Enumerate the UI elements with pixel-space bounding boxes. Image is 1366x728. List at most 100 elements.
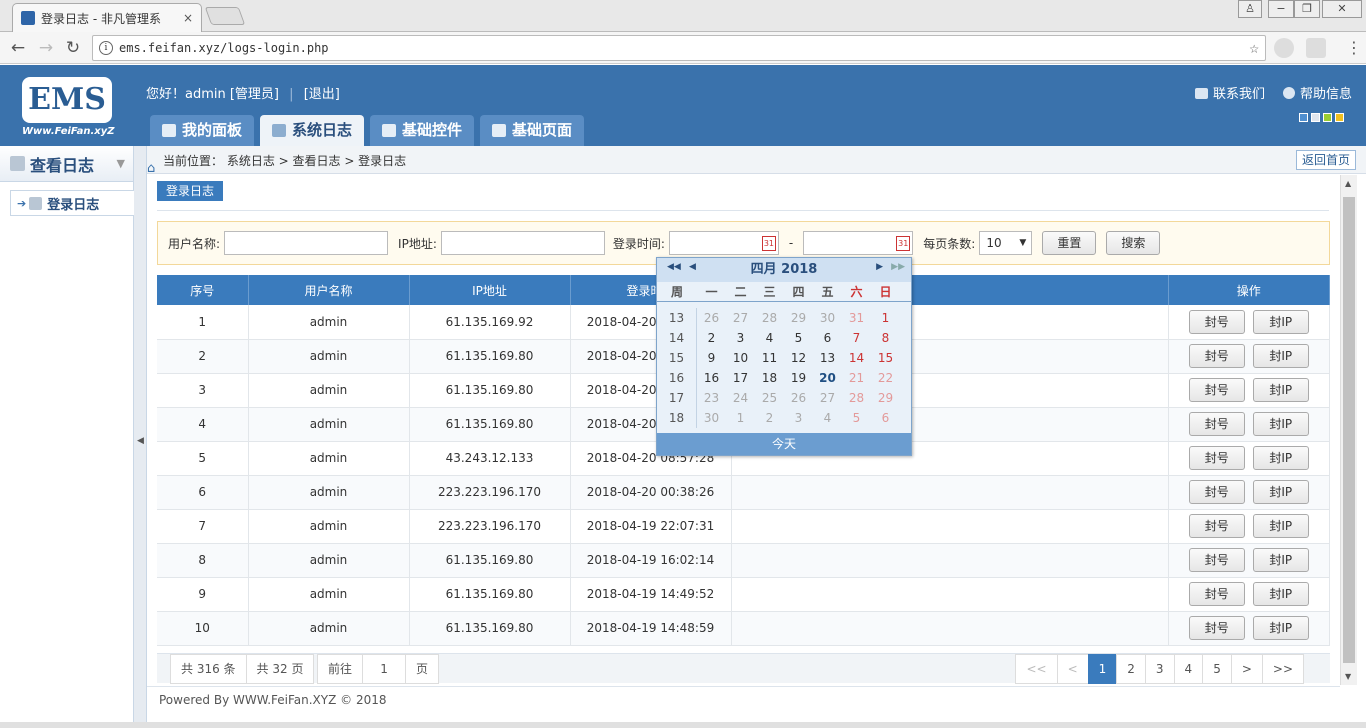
calendar-day[interactable]: 2 (697, 328, 726, 348)
calendar-day[interactable]: 27 (813, 388, 842, 408)
ban-ip-button[interactable]: 封IP (1252, 309, 1309, 334)
page-number-button[interactable]: 1 (1087, 654, 1118, 684)
vertical-scrollbar[interactable]: ▲ ▼ (1340, 175, 1357, 685)
forward-arrow-icon[interactable]: → (36, 37, 56, 59)
back-home-button[interactable]: 返回首页 (1295, 150, 1356, 170)
calendar-day[interactable]: 4 (813, 408, 842, 428)
chevron-down-icon[interactable]: ▼ (117, 157, 125, 170)
calendar-day[interactable]: 29 (871, 388, 900, 408)
calendar-day[interactable]: 7 (842, 328, 871, 348)
scroll-down-arrow-icon[interactable]: ▼ (1345, 672, 1351, 681)
bookmark-star-icon[interactable]: ☆ (1249, 36, 1259, 60)
page-number-button[interactable]: 5 (1202, 654, 1232, 684)
calendar-day[interactable]: 8 (871, 328, 900, 348)
ban-ip-button[interactable]: 封IP (1252, 412, 1309, 436)
info-icon[interactable]: i (99, 41, 113, 55)
ban-user-button[interactable]: 封号 (1188, 548, 1245, 572)
ban-user-button[interactable]: 封号 (1188, 480, 1245, 504)
calendar-day[interactable]: 5 (842, 408, 871, 428)
calendar-day[interactable]: 17 (726, 368, 755, 388)
extension-icon[interactable] (1274, 38, 1294, 58)
scroll-up-arrow-icon[interactable]: ▲ (1345, 179, 1351, 188)
calendar-day[interactable]: 3 (726, 328, 755, 348)
calendar-day[interactable]: 21 (842, 368, 871, 388)
calendar-day[interactable]: 28 (842, 388, 871, 408)
ban-ip-button[interactable]: 封IP (1252, 378, 1309, 402)
calendar-day[interactable]: 15 (871, 348, 900, 368)
prev-page-button[interactable]: < (1056, 654, 1089, 684)
start-date-input[interactable]: 31 (668, 231, 779, 255)
ban-user-button[interactable]: 封号 (1188, 616, 1245, 640)
reset-button[interactable]: 重置 (1042, 231, 1097, 255)
ban-ip-button[interactable]: 封IP (1252, 344, 1309, 368)
search-button[interactable]: 搜索 (1106, 231, 1161, 255)
calendar-day[interactable]: 11 (755, 348, 784, 368)
calendar-day[interactable]: 24 (726, 388, 755, 408)
logout-link[interactable]: [退出] (304, 87, 340, 102)
first-page-button[interactable]: << (1015, 654, 1058, 684)
ban-ip-button[interactable]: 封IP (1252, 446, 1309, 470)
ban-user-button[interactable]: 封号 (1188, 378, 1245, 402)
collapse-arrow-icon[interactable]: ◀ (137, 436, 144, 446)
new-tab-button[interactable] (204, 7, 246, 25)
calendar-day[interactable]: 26 (697, 308, 726, 328)
page-number-button[interactable]: 3 (1144, 654, 1175, 684)
sidebar-section-header[interactable]: 查看日志 ▼ (0, 146, 133, 182)
skin-swatch[interactable] (1335, 113, 1344, 122)
calendar-day[interactable]: 12 (784, 348, 813, 368)
calendar-day[interactable]: 25 (755, 388, 784, 408)
ban-user-button[interactable]: 封号 (1188, 412, 1245, 436)
browser-tab[interactable]: 登录日志 - 非凡管理系 × (12, 3, 202, 32)
close-window-button[interactable]: ✕ (1322, 0, 1362, 18)
calendar-day[interactable]: 4 (755, 328, 784, 348)
help-link[interactable]: 帮助信息 (1282, 83, 1352, 102)
extension-rp-icon[interactable] (1306, 38, 1326, 58)
calendar-day[interactable]: 30 (697, 408, 726, 428)
goto-page-input[interactable]: 1 (362, 654, 407, 684)
calendar-day[interactable]: 5 (784, 328, 813, 348)
calendar-day[interactable]: 1 (871, 308, 900, 328)
calendar-day[interactable]: 9 (697, 348, 726, 368)
ban-ip-button[interactable]: 封IP (1252, 582, 1309, 606)
calendar-day[interactable]: 6 (813, 328, 842, 348)
calendar-day[interactable]: 22 (871, 368, 900, 388)
calendar-icon[interactable]: 31 (896, 236, 911, 251)
calendar-day[interactable]: 23 (697, 388, 726, 408)
ban-user-button[interactable]: 封号 (1188, 582, 1245, 606)
calendar-day[interactable]: 20 (813, 368, 842, 388)
ban-ip-button[interactable]: 封IP (1252, 480, 1309, 504)
today-button[interactable]: 今天 (657, 433, 911, 455)
skin-swatch[interactable] (1311, 113, 1320, 122)
maximize-button[interactable]: ❐ (1294, 0, 1320, 18)
calendar-day[interactable]: 3 (784, 408, 813, 428)
ban-user-button[interactable]: 封号 (1188, 344, 1245, 368)
calendar-day[interactable]: 6 (871, 408, 900, 428)
page-number-button[interactable]: 4 (1173, 654, 1204, 684)
calendar-day[interactable]: 16 (697, 368, 726, 388)
calendar-day[interactable]: 19 (784, 368, 813, 388)
scroll-thumb[interactable] (1343, 197, 1355, 663)
next-month-icon[interactable]: ▶ (876, 262, 883, 272)
ban-ip-button[interactable]: 封IP (1252, 514, 1309, 538)
ban-ip-button[interactable]: 封IP (1252, 616, 1309, 640)
calendar-day[interactable]: 31 (842, 308, 871, 328)
back-arrow-icon[interactable]: ← (8, 37, 28, 59)
calendar-day[interactable]: 30 (813, 308, 842, 328)
ban-user-button[interactable]: 封号 (1188, 446, 1245, 470)
minimize-button[interactable]: − (1268, 0, 1294, 18)
calendar-day[interactable]: 10 (726, 348, 755, 368)
calendar-day[interactable]: 18 (755, 368, 784, 388)
skin-swatch[interactable] (1323, 113, 1332, 122)
tab-system-logs[interactable]: 系统日志 (260, 115, 365, 146)
calendar-day[interactable]: 1 (726, 408, 755, 428)
tab-basic-pages[interactable]: 基础页面 (480, 115, 585, 146)
ban-user-button[interactable]: 封号 (1188, 514, 1245, 538)
tab-my-panel[interactable]: 我的面板 (150, 115, 255, 146)
next-page-button[interactable]: > (1230, 654, 1263, 684)
contact-link[interactable]: 联系我们 (1194, 83, 1265, 102)
tab-basic-controls[interactable]: 基础控件 (370, 115, 475, 146)
calendar-day[interactable]: 13 (813, 348, 842, 368)
calendar-day[interactable]: 2 (755, 408, 784, 428)
username-input[interactable] (224, 231, 389, 255)
per-page-select[interactable]: 10 ▼ (979, 231, 1033, 255)
